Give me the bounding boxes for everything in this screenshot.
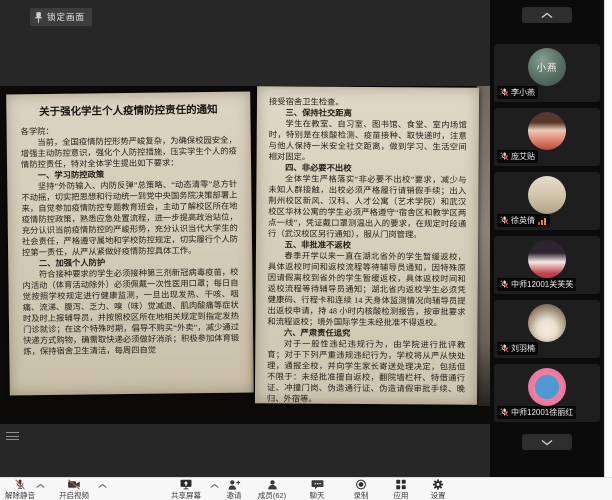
chevron-up-icon xyxy=(541,12,553,19)
members-label: 成员(62) xyxy=(258,490,286,500)
unmute-label: 解除静音 xyxy=(5,490,35,500)
record-icon xyxy=(355,479,367,490)
avatar xyxy=(528,112,566,150)
chevron-down-icon xyxy=(541,439,553,446)
doc-paragraph: 全体学生严格落实“非必要不出校”要求，减少与未知人群接触，出校必须严格履行请销假… xyxy=(268,173,466,240)
participant-name: 刘羽楠 xyxy=(511,343,535,354)
participant-tile[interactable]: 庞艾贴 xyxy=(494,108,600,166)
mic-muted-icon xyxy=(500,152,509,161)
participant-name: 中师12001徐丽红 xyxy=(511,407,573,418)
members-icon xyxy=(266,479,279,490)
mic-muted-icon xyxy=(500,408,509,417)
invite-icon xyxy=(227,479,241,490)
mic-muted-icon xyxy=(500,344,509,353)
mic-muted-icon xyxy=(500,88,509,97)
participant-name: 徐英倩 xyxy=(511,215,535,226)
start-video-label: 开启视频 xyxy=(59,490,89,500)
avatar-text: 小燕 xyxy=(536,60,557,74)
window-right-edge xyxy=(604,0,612,500)
participant-tiles: 小燕 李小燕 xyxy=(494,44,600,422)
doc-paragraph: 春季开学以来一直在湖北省外的学生暂缓返校，具体返校时间和返校流程等待辅导员通知，… xyxy=(267,250,466,328)
avatar: 小燕 xyxy=(528,48,566,86)
participant-name: 庞艾贴 xyxy=(511,151,535,162)
mic-options-chevron-icon[interactable] xyxy=(36,483,45,489)
participant-name-chip: 李小燕 xyxy=(497,86,538,99)
photo-background-edge xyxy=(477,86,490,406)
doc-paragraph: 学生在教室、自习室、图书馆、食堂、室内场馆时，特别是在核酸检测、疫苗接种、取快递… xyxy=(269,118,467,163)
participant-name-chip: 徐英倩 xyxy=(497,214,550,227)
participant-tile[interactable]: 中师12001关芙芙 xyxy=(494,236,600,294)
doc-paragraph: 坚持“外防输入、内防反弹”总策略、“动态清零”总方针不动摇，切实把思想和行动统一… xyxy=(21,179,238,259)
lock-view-label: 锁定画面 xyxy=(47,11,85,23)
participant-name: 李小燕 xyxy=(511,87,535,98)
chat-button[interactable]: 聊天 xyxy=(295,478,339,500)
participant-name: 中师12001关芙芙 xyxy=(511,279,573,290)
rail-scroll-up-button[interactable] xyxy=(522,7,572,23)
stage-menu-icon[interactable] xyxy=(6,430,19,442)
video-options-chevron-icon[interactable] xyxy=(98,483,107,489)
mic-muted-icon xyxy=(500,280,509,289)
share-screen-button[interactable]: 共享屏幕 xyxy=(164,478,208,500)
participant-name-chip: 中师12001徐丽红 xyxy=(497,406,576,419)
avatar xyxy=(528,240,566,278)
settings-icon xyxy=(432,479,444,490)
participant-tile[interactable]: 中师12001徐丽红 xyxy=(494,364,600,422)
pin-icon xyxy=(34,11,43,24)
settings-label: 设置 xyxy=(431,490,446,500)
meeting-toolbar: 解除静音 开启视频 共享屏幕 xyxy=(0,477,612,500)
lock-view-badge[interactable]: 锁定画面 xyxy=(30,8,92,26)
invite-label: 邀请 xyxy=(227,490,242,500)
participant-name-chip: 中师12001关芙芙 xyxy=(497,278,576,291)
shared-document-photo: 关于强化学生个人疫情防控责任的通知 各学院： 当前，全国疫情防控形势严峻复杂，为… xyxy=(0,86,490,424)
participant-tile[interactable]: 刘羽楠 xyxy=(494,300,600,358)
document-title: 关于强化学生个人疫情防控责任的通知 xyxy=(20,102,236,120)
participant-name-chip: 刘羽楠 xyxy=(497,342,538,355)
settings-button[interactable]: 设置 xyxy=(416,478,460,500)
avatar xyxy=(528,304,566,342)
avatar xyxy=(528,368,566,406)
camera-off-icon xyxy=(67,479,81,490)
doc-paragraph: 对于一般性违纪违规行为，由学院进行批评教育；对于下列严重违规违纪行为，学校将从严… xyxy=(267,338,465,405)
share-screen-icon xyxy=(179,479,193,490)
participant-tile[interactable]: 小燕 李小燕 xyxy=(494,44,600,102)
apps-icon xyxy=(395,479,407,490)
rail-scroll-down-button[interactable] xyxy=(522,434,572,450)
mic-muted-icon xyxy=(14,479,26,490)
share-screen-label: 共享屏幕 xyxy=(171,490,201,500)
chat-label: 聊天 xyxy=(310,490,325,500)
document-right-page: 接受宿舍卫生检查。 三、保持社交距离 学生在教室、自习室、图书馆、食堂、室内场馆… xyxy=(255,86,479,405)
record-label: 录制 xyxy=(354,490,369,500)
record-button[interactable]: 录制 xyxy=(339,478,383,500)
start-video-button[interactable]: 开启视频 xyxy=(52,478,96,500)
doc-paragraph: 符合接种要求的学生必须接种第三剂新冠病毒疫苗，校内活动（体育活动除外）必须佩戴一… xyxy=(22,267,239,358)
members-button[interactable]: 成员(62) xyxy=(250,478,294,500)
participant-name-chip: 庞艾贴 xyxy=(497,150,538,163)
mic-muted-icon xyxy=(500,216,509,225)
doc-paragraph: 当前，全国疫情防控形势严峻复杂，为确保校园安全，增强主动防控意识，强化个人防控措… xyxy=(21,135,237,171)
avatar xyxy=(528,176,566,214)
meeting-window: 锁定画面 关于强化学生个人疫情防控责任的通知 各学院： 当前，全国疫情防控形势严… xyxy=(0,0,612,500)
apps-label: 应用 xyxy=(394,490,409,500)
participant-tile[interactable]: 徐英倩 xyxy=(494,172,600,230)
chat-icon xyxy=(311,479,324,490)
participants-rail: 小燕 李小燕 xyxy=(490,0,604,477)
unmute-button[interactable]: 解除静音 xyxy=(0,478,42,500)
document-left-page: 关于强化学生个人疫情防控责任的通知 各学院： 当前，全国疫情防控形势严峻复杂，为… xyxy=(6,92,254,396)
shared-screen-stage: 锁定画面 关于强化学生个人疫情防控责任的通知 各学院： 当前，全国疫情防控形势严… xyxy=(0,0,490,477)
weak-signal-icon xyxy=(537,217,547,225)
